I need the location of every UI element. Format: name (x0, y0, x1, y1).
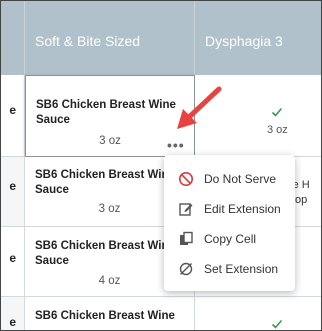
portion-text: 3 oz (267, 124, 288, 136)
check-icon (271, 105, 283, 117)
menu-item-set-extension[interactable]: Set Extension (164, 254, 295, 284)
left-cell-text: e (9, 315, 16, 329)
item-name: SB6 Chicken Breast Wine (35, 310, 175, 322)
item-name: SB6 Chicken Breast Wine Sauce (35, 240, 175, 267)
table-row-cell-soft-bite-sized[interactable]: SB6 Chicken Breast Wine (25, 297, 195, 330)
item-name: SB6 Chicken Breast Wine Sauce (35, 169, 175, 196)
menu-item-edit-extension[interactable]: Edit Extension (164, 194, 295, 224)
table-row-cell-left[interactable]: e (1, 297, 25, 330)
menu-item-do-not-serve[interactable]: Do Not Serve (164, 164, 295, 194)
item-name: SB6 Chicken Breast Wine Sauce (36, 99, 176, 126)
menu-item-label: Copy Cell (204, 232, 257, 246)
column-header-dysphagia-3-label: Dysphagia 3 (205, 33, 283, 49)
more-options-button[interactable]: ••• (167, 137, 185, 153)
context-menu: Do Not Serve Edit Extension Copy Cell Se… (164, 155, 295, 291)
menu-item-label: Set Extension (204, 262, 279, 276)
menu-item-copy-cell[interactable]: Copy Cell (164, 224, 295, 254)
menu-grid: Soft & Bite Sized Dysphagia 3 e SB6 Chic… (0, 0, 322, 331)
column-header-left (1, 1, 25, 75)
menu-item-label: Edit Extension (204, 202, 281, 216)
set-extension-icon (178, 261, 194, 277)
left-cell-text: e (9, 251, 16, 265)
column-header-soft-bite-sized[interactable]: Soft & Bite Sized (25, 1, 195, 75)
edit-icon (178, 201, 194, 217)
left-cell-text: e (9, 103, 16, 117)
column-header-soft-bite-sized-label: Soft & Bite Sized (35, 33, 141, 49)
right-cell-text-line2: op (295, 194, 308, 206)
table-row-cell-dysphagia-3[interactable] (195, 297, 321, 330)
column-header-dysphagia-3[interactable]: Dysphagia 3 (195, 1, 321, 75)
table-row-cell-left[interactable]: e (1, 227, 25, 297)
red-arrow-icon (177, 86, 222, 129)
table-row-cell-left[interactable]: e (1, 157, 25, 227)
check-icon (271, 317, 283, 329)
do-not-serve-icon (178, 171, 194, 187)
table-row-cell-left[interactable]: e (1, 75, 25, 157)
copy-icon (178, 231, 194, 247)
menu-item-label: Do Not Serve (204, 172, 277, 186)
left-cell-text: e (9, 179, 16, 193)
